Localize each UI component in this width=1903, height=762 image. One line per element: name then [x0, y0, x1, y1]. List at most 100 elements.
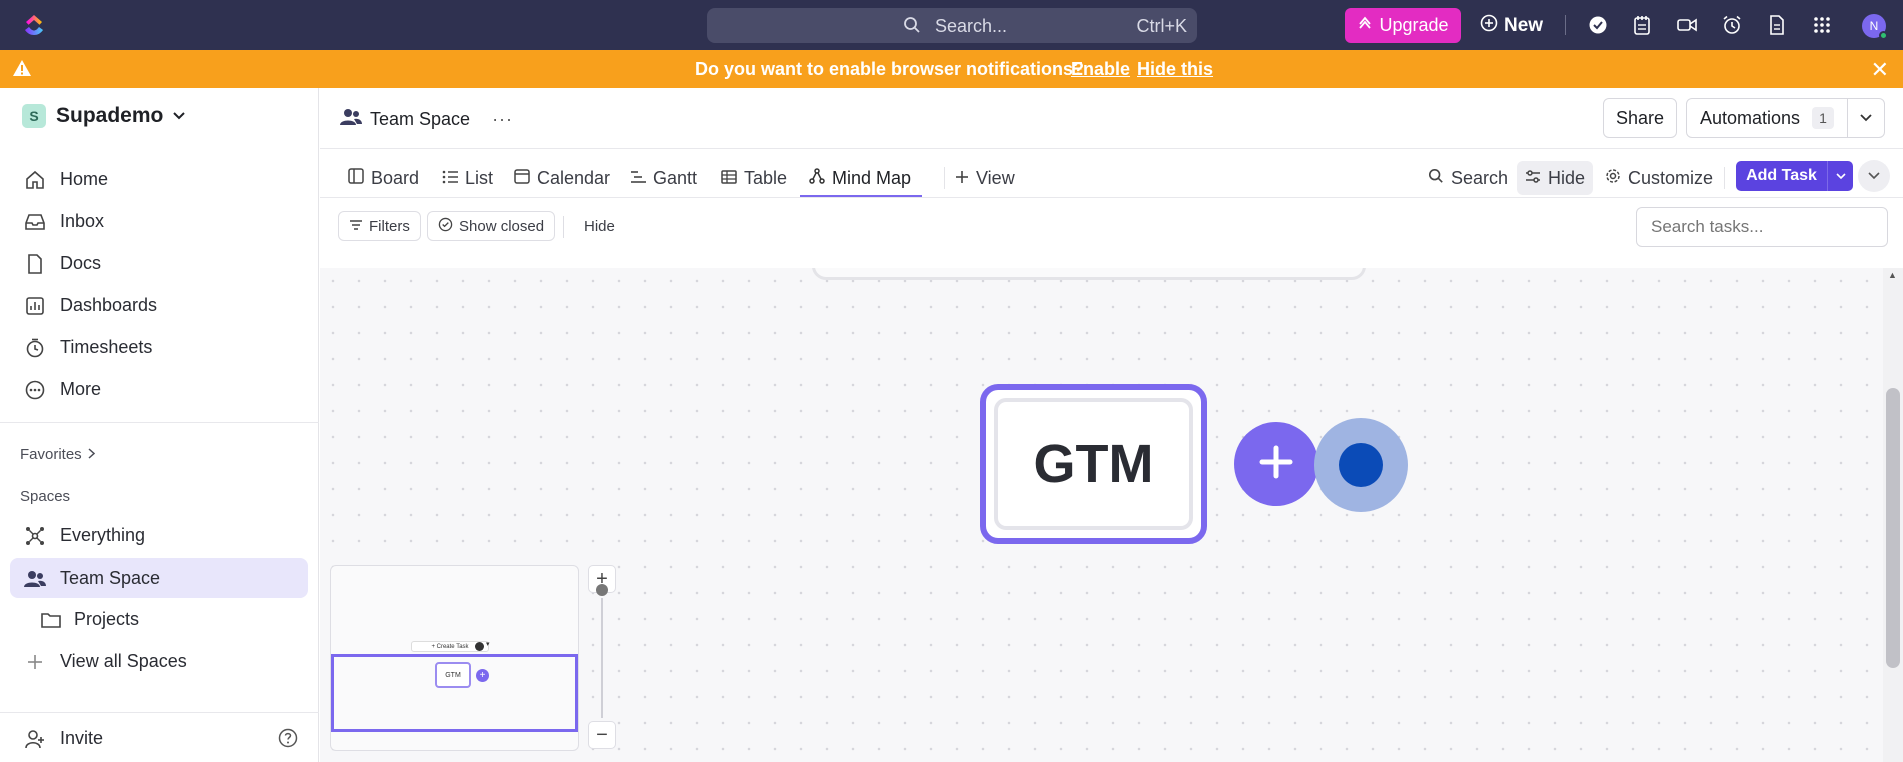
sidebar-item-timesheets[interactable]: Timesheets [10, 327, 308, 367]
selected-mind-map-node[interactable]: GTM [980, 384, 1207, 544]
new-button[interactable]: New [1480, 8, 1543, 43]
check-circle-icon [438, 217, 453, 236]
tab-list[interactable]: List [442, 159, 493, 197]
tab-mind-map[interactable]: Mind Map [809, 159, 911, 197]
docs-icon [24, 253, 46, 275]
sidebar-item-team-space[interactable]: Team Space [10, 558, 308, 598]
parent-node-partial[interactable] [812, 268, 1366, 280]
upgrade-label: Upgrade [1379, 15, 1449, 35]
close-icon[interactable]: ✕ [1871, 57, 1889, 83]
search-button[interactable]: Search [1428, 161, 1508, 195]
favorites-label: Favorites [20, 446, 82, 463]
tab-label: View [976, 167, 1015, 188]
sidebar-item-home[interactable]: Home [10, 159, 308, 199]
sidebar-item-view-all-spaces[interactable]: View all Spaces [10, 641, 308, 681]
favorites-header[interactable]: Favorites [20, 446, 95, 463]
collapse-header-button[interactable] [1858, 160, 1890, 192]
plus-circle-icon [1480, 14, 1498, 38]
enable-notifications-link[interactable]: Enable [1071, 59, 1130, 80]
team-icon [24, 568, 46, 590]
sidebar-item-dashboards[interactable]: Dashboards [10, 285, 308, 325]
workspace-badge: S [22, 104, 46, 128]
minimap-viewport[interactable] [331, 654, 578, 732]
tab-label: Gantt [653, 167, 698, 188]
filters-button[interactable]: Filters [338, 211, 421, 241]
invite-button[interactable]: Invite [10, 718, 308, 758]
online-status-dot [1879, 31, 1888, 40]
sidebar-item-more[interactable]: More [10, 369, 308, 409]
tab-calendar[interactable]: Calendar [514, 159, 610, 197]
hide-filters-button[interactable]: Hide [584, 218, 615, 235]
scrollbar-thumb[interactable] [1886, 388, 1900, 668]
chevron-right-icon [88, 446, 95, 463]
search-tasks-input[interactable] [1636, 207, 1888, 247]
notepad-icon[interactable] [1631, 14, 1653, 36]
search-icon [1428, 168, 1444, 189]
tab-table[interactable]: Table [721, 159, 787, 197]
cursor-dot [1339, 443, 1383, 487]
check-circle-icon[interactable] [1587, 14, 1609, 36]
main-area: Team Space ··· Share Automations 1 Board… [320, 88, 1903, 762]
vertical-scrollbar[interactable]: ▲ [1883, 268, 1903, 762]
tab-label: Board [371, 167, 420, 188]
tab-board[interactable]: Board [348, 159, 419, 197]
sidebar: S Supademo Home Inbox Docs Dashboards Ti… [0, 88, 319, 762]
chevron-down-icon [1835, 167, 1846, 185]
help-icon[interactable] [278, 728, 298, 753]
hide-notification-link[interactable]: Hide this [1137, 59, 1213, 80]
sidebar-item-label: Projects [74, 609, 140, 629]
sidebar-item-label: Team Space [60, 568, 161, 588]
upgrade-icon [1357, 15, 1373, 36]
invite-label: Invite [60, 728, 104, 748]
video-camera-icon[interactable] [1676, 14, 1698, 36]
sidebar-item-docs[interactable]: Docs [10, 243, 308, 283]
upgrade-button[interactable]: Upgrade [1345, 8, 1461, 43]
zoom-out-button[interactable]: − [588, 721, 616, 749]
search-placeholder: Search... [935, 16, 1008, 36]
hide-button[interactable]: Hide [1517, 161, 1594, 195]
add-task-button[interactable]: Add Task [1736, 161, 1827, 191]
plus-icon [24, 651, 46, 673]
clickup-logo-icon[interactable] [22, 13, 46, 37]
global-search-bar[interactable]: Search... Ctrl+K [707, 8, 1197, 43]
dashboard-icon [24, 295, 46, 317]
more-options-button[interactable]: ··· [492, 109, 513, 130]
actions-divider [1724, 167, 1725, 189]
automations-label: Automations [1700, 107, 1801, 128]
sidebar-item-inbox[interactable]: Inbox [10, 201, 308, 241]
sidebar-item-projects[interactable]: Projects [26, 599, 308, 639]
show-closed-button[interactable]: Show closed [427, 211, 556, 241]
add-child-node-button[interactable] [1234, 422, 1318, 506]
document-icon[interactable] [1766, 14, 1788, 36]
show-closed-label: Show closed [459, 217, 545, 235]
apps-grid-icon[interactable] [1811, 14, 1833, 36]
zoom-slider-handle[interactable] [596, 584, 608, 596]
cursor-highlight [1314, 418, 1408, 512]
sidebar-divider [0, 422, 319, 423]
workspace-name: Supademo [56, 104, 164, 127]
scroll-up-icon[interactable]: ▲ [1888, 270, 1897, 280]
tab-gantt[interactable]: Gantt [630, 159, 697, 197]
search-icon [903, 16, 921, 39]
automations-dropdown[interactable] [1847, 98, 1885, 138]
filter-icon [349, 218, 363, 235]
minimap[interactable]: + Create Task ▾ GTM + [330, 565, 579, 751]
add-task-dropdown[interactable] [1827, 161, 1853, 191]
workspace-switcher[interactable]: S Supademo [22, 104, 186, 128]
sidebar-item-label: Everything [60, 525, 146, 545]
automations-button[interactable]: Automations 1 [1686, 98, 1848, 138]
sidebar-item-label: Docs [60, 253, 102, 273]
customize-button[interactable]: Customize [1605, 161, 1713, 195]
mind-map-canvas[interactable]: GTM + Create Task ▾ GTM + + − [320, 268, 1883, 762]
table-icon [721, 168, 737, 189]
add-view-button[interactable]: View [955, 159, 1015, 197]
zoom-slider-track[interactable] [601, 598, 603, 718]
breadcrumb-space[interactable]: Team Space [370, 109, 470, 130]
alarm-clock-icon[interactable] [1721, 14, 1743, 36]
user-avatar[interactable]: N [1862, 14, 1888, 40]
home-icon [24, 169, 46, 191]
chevron-down-icon [1868, 167, 1880, 185]
share-button[interactable]: Share [1603, 98, 1677, 138]
sidebar-item-label: Home [60, 169, 109, 189]
sidebar-item-everything[interactable]: Everything [10, 515, 308, 555]
